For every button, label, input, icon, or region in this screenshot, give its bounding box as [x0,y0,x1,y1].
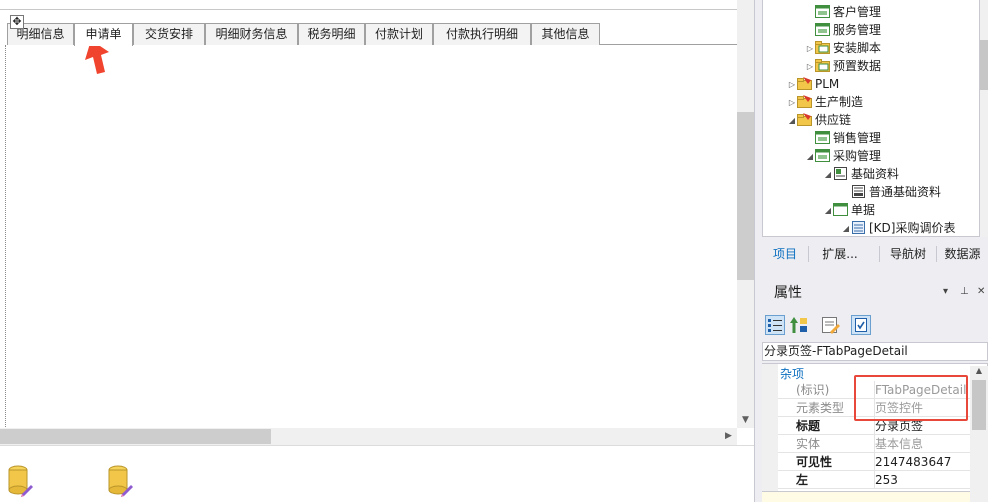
properties-title: 属性 [774,285,802,301]
tree-expander[interactable]: ◢ [841,220,851,237]
module-folder-icon [797,95,812,108]
tab-nav-tree[interactable]: 导航树 [880,240,936,268]
tree-item-customer-mgmt[interactable]: 客户管理 [805,3,881,21]
tree-item-label: 安装脚本 [833,41,882,55]
categorized-view-icon[interactable] [765,315,785,335]
database-edit-icon[interactable] [7,464,33,498]
tree-item-label: 预置数据 [833,59,882,73]
project-tree[interactable]: 客户管理 服务管理 ▷ 安装脚本 ▷ 预置数据 ▷ PLM ▷ 生产制造 ◢ 供应链 销售… [762,0,980,237]
designer-vertical-scroll-thumb[interactable] [737,112,754,280]
tree-expander[interactable]: ◢ [805,148,815,166]
selected-object-dropdown[interactable]: 分录页签-FTabPageDetail [762,342,988,361]
property-category-misc[interactable]: 杂项 [780,365,804,382]
tab-tax-detail[interactable]: 税务明细 [298,23,365,45]
tab-delivery-schedule[interactable]: 交货安排 [133,23,205,45]
scroll-down-arrow-icon[interactable]: ▼ [737,412,754,428]
property-name: 可见性 [796,455,833,469]
form-icon [815,23,830,36]
tree-item-label: 客户管理 [833,5,882,19]
tab-other-info[interactable]: 其他信息 [531,23,600,45]
tree-item-label: 采购管理 [833,149,882,163]
property-row-visibility[interactable]: 可见性 2147483647 [778,453,970,471]
side-panel-tabs: 项目 扩展... 导航树 数据源 [762,240,988,268]
tab-detail-finance[interactable]: 明细财务信息 [205,23,298,45]
tree-item-label: 供应链 [815,113,852,127]
property-grid-scroll-thumb[interactable] [972,380,986,430]
tree-item-label: 生产制造 [815,95,864,109]
component-tray-divider [0,445,754,446]
tree-expander[interactable]: ◢ [823,202,833,220]
tab-payment-plan[interactable]: 付款计划 [365,23,433,45]
tree-item-install-script[interactable]: ▷ 安装脚本 [805,39,881,57]
tab-payment-execution[interactable]: 付款执行明细 [433,23,531,45]
tree-item-plm[interactable]: ▷ PLM [787,75,839,93]
designer-horizontal-scroll-thumb[interactable] [0,429,271,444]
tree-scroll-thumb[interactable] [980,40,988,90]
tree-item-base-data[interactable]: ◢ 基础资料 [823,165,899,183]
property-row-entity[interactable]: 实体 基本信息 [778,435,970,453]
property-name: 实体 [796,437,821,451]
tree-item-common-base-data[interactable]: 普通基础资料 [841,183,941,201]
script-folder-icon [815,41,830,54]
tab-page-content[interactable] [5,45,741,427]
scroll-right-arrow-icon[interactable]: ▶ [720,428,737,445]
tree-item-sales-mgmt[interactable]: 销售管理 [805,129,881,147]
tree-vertical-scrollbar[interactable] [980,0,988,237]
tab-application[interactable]: 申请单 [74,23,133,46]
tree-item-purchase-price-adjust[interactable]: ◢ [KD]采购调价表 [841,219,956,237]
table-doc-icon [852,221,865,234]
form-icon [815,131,830,144]
property-value[interactable]: 253 [874,471,970,489]
close-icon[interactable]: ✕ [977,286,985,297]
tree-item-label: 普通基础资料 [869,185,942,199]
property-name: 左 [796,473,809,487]
designer-top-strip [0,0,740,10]
dropdown-icon[interactable]: ▾ [943,286,948,297]
property-pages-icon[interactable] [820,315,840,335]
scroll-up-arrow-icon[interactable]: ▲ [970,366,988,378]
entry-tab-strip: 明细信息 申请单 交货安排 明细财务信息 税务明细 付款计划 付款执行明细 其他… [7,23,740,46]
pin-icon[interactable]: ⊥ [960,286,969,297]
tree-item-manufacturing[interactable]: ▷ 生产制造 [787,93,863,111]
annotation-highlight-box [854,375,968,421]
tree-item-supply-chain[interactable]: ◢ 供应链 [787,111,851,129]
form-icon [815,149,830,162]
tree-item-label: 服务管理 [833,23,882,37]
tree-expander[interactable]: ◢ [787,112,797,130]
tree-item-preset-data[interactable]: ▷ 预置数据 [805,57,881,75]
module-folder-icon [797,113,812,126]
base-doc-icon [852,185,865,198]
tree-expander[interactable]: ▷ [805,40,815,58]
tree-expander[interactable]: ▷ [787,76,797,94]
database-edit-icon[interactable] [107,464,133,498]
script-folder-icon [815,59,830,72]
property-description-pane [762,491,970,502]
tab-data-source[interactable]: 数据源 [937,240,988,268]
tree-item-label: [KD]采购调价表 [869,221,956,235]
tree-item-label: 单据 [851,203,876,217]
form-icon [815,5,830,18]
tree-item-bills[interactable]: ◢ 单据 [823,201,875,219]
sort-az-icon[interactable] [789,315,809,335]
bill-icon [833,203,848,216]
property-value[interactable]: 2147483647 [874,453,970,471]
tree-item-service-mgmt[interactable]: 服务管理 [805,21,881,39]
tab-extension[interactable]: 扩展... [809,240,871,268]
tree-item-label: 销售管理 [833,131,882,145]
property-value[interactable]: 基本信息 [874,435,970,453]
property-grid-gutter [762,364,778,502]
tree-item-label: 基础资料 [851,167,900,181]
base-data-icon [834,167,847,180]
tree-expander[interactable]: ▷ [787,94,797,112]
property-row-left[interactable]: 左 253 [778,471,970,489]
tab-project[interactable]: 项目 [762,240,808,268]
tree-item-label: PLM [815,77,840,91]
tree-expander[interactable]: ▷ [805,58,815,76]
tree-item-purchase-mgmt[interactable]: ◢ 采购管理 [805,147,881,165]
module-folder-icon [797,77,812,90]
events-view-icon[interactable] [851,315,871,335]
tree-expander[interactable]: ◢ [823,166,833,184]
move-handle-icon[interactable]: ✥ [10,15,24,29]
